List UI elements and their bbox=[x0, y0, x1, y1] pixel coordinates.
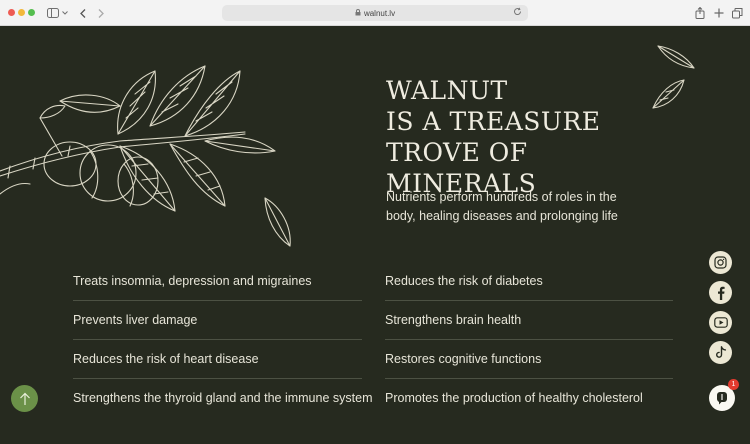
address-bar[interactable]: walnut.lv bbox=[222, 5, 528, 21]
tiktok-icon bbox=[715, 346, 726, 358]
benefit-item: Strengthens brain health bbox=[385, 312, 522, 327]
forward-button[interactable] bbox=[96, 5, 106, 21]
divider bbox=[385, 300, 673, 301]
minimize-window-button[interactable] bbox=[18, 9, 25, 16]
chevron-down-icon[interactable] bbox=[61, 5, 69, 21]
scroll-to-top-button[interactable] bbox=[11, 385, 38, 412]
divider bbox=[385, 339, 673, 340]
tiktok-link[interactable] bbox=[709, 341, 732, 364]
share-icon[interactable] bbox=[694, 5, 706, 21]
benefit-item: Promotes the production of healthy chole… bbox=[385, 390, 643, 405]
instagram-link[interactable] bbox=[709, 251, 732, 274]
reload-icon[interactable] bbox=[513, 7, 522, 18]
back-button[interactable] bbox=[78, 5, 88, 21]
maximize-window-button[interactable] bbox=[28, 9, 35, 16]
divider bbox=[73, 300, 362, 301]
divider bbox=[73, 339, 362, 340]
close-window-button[interactable] bbox=[8, 9, 15, 16]
divider bbox=[73, 378, 362, 379]
url-text: walnut.lv bbox=[363, 8, 396, 18]
arrow-up-icon bbox=[19, 392, 30, 405]
divider bbox=[385, 378, 673, 379]
hero-subtitle: Nutrients perform hundreds of roles in t… bbox=[386, 190, 618, 223]
page-title-line: IS A TREASURE bbox=[386, 107, 601, 136]
browser-toolbar: walnut.lv bbox=[0, 0, 750, 26]
notification-badge: 1 bbox=[728, 379, 739, 390]
benefit-item: Reduces the risk of heart disease bbox=[73, 351, 259, 366]
facebook-icon bbox=[717, 286, 725, 300]
instagram-icon bbox=[714, 256, 727, 269]
page-content: WALNUT IS A TREASURE TROVE OF MINERALS N… bbox=[0, 26, 750, 444]
facebook-link[interactable] bbox=[709, 281, 732, 304]
page-title: WALNUT IS A TREASURE TROVE OF MINERALS bbox=[386, 75, 686, 199]
youtube-link[interactable] bbox=[709, 311, 732, 334]
chat-icon bbox=[717, 392, 727, 405]
benefit-item: Strengthens the thyroid gland and the im… bbox=[73, 390, 373, 405]
lock-icon bbox=[355, 8, 361, 18]
benefits-list: Treats insomnia, depression and migraine… bbox=[73, 261, 673, 417]
benefit-item: Treats insomnia, depression and migraine… bbox=[73, 273, 312, 288]
page-title-line: WALNUT bbox=[386, 76, 508, 105]
sidebar-toggle-icon[interactable] bbox=[46, 5, 59, 21]
benefit-item: Restores cognitive functions bbox=[385, 351, 542, 366]
youtube-icon bbox=[713, 317, 728, 328]
new-tab-icon[interactable] bbox=[713, 5, 725, 21]
benefit-item: Reduces the risk of diabetes bbox=[385, 273, 543, 288]
benefit-item: Prevents liver damage bbox=[73, 312, 198, 327]
tab-overview-icon[interactable] bbox=[731, 5, 743, 21]
